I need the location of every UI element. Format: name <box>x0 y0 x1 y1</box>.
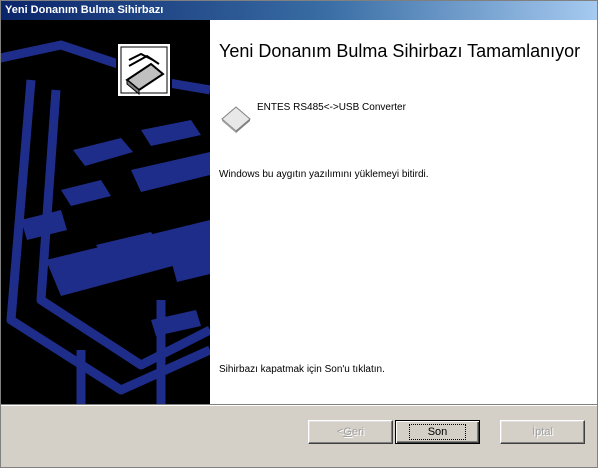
close-instruction: Sihirbazı kapatmak için Son'u tıklatın. <box>219 364 385 375</box>
cancel-button-label: İptal <box>532 426 553 438</box>
back-button[interactable]: < Geri <box>308 420 393 444</box>
wizard-sidebar-graphic <box>1 20 210 404</box>
wizard-window: Yeni Donanım Bulma Sihirbazı Yeni Donanı… <box>0 0 598 468</box>
page-title: Yeni Donanım Bulma Sihirbazı Tamamlanıyo… <box>219 41 581 61</box>
wizard-hardware-icon <box>116 42 172 98</box>
finish-button[interactable]: Son <box>395 420 480 444</box>
back-button-mnemonic: G <box>343 426 352 438</box>
hardware-card-illustration <box>1 40 210 404</box>
wizard-content-panel: Yeni Donanım Bulma Sihirbazı Tamamlanıyo… <box>210 20 597 404</box>
window-title: Yeni Donanım Bulma Sihirbazı <box>5 4 164 16</box>
back-button-label: eri <box>351 426 365 438</box>
device-icon <box>221 106 251 133</box>
cancel-button[interactable]: İptal <box>500 420 585 444</box>
button-divider <box>1 404 597 406</box>
install-finished-message: Windows bu aygıtın yazılımını yüklemeyi … <box>219 169 429 180</box>
device-name: ENTES RS485<->USB Converter <box>257 102 406 113</box>
title-bar[interactable]: Yeni Donanım Bulma Sihirbazı <box>1 1 597 20</box>
finish-button-label: Son <box>408 424 467 440</box>
